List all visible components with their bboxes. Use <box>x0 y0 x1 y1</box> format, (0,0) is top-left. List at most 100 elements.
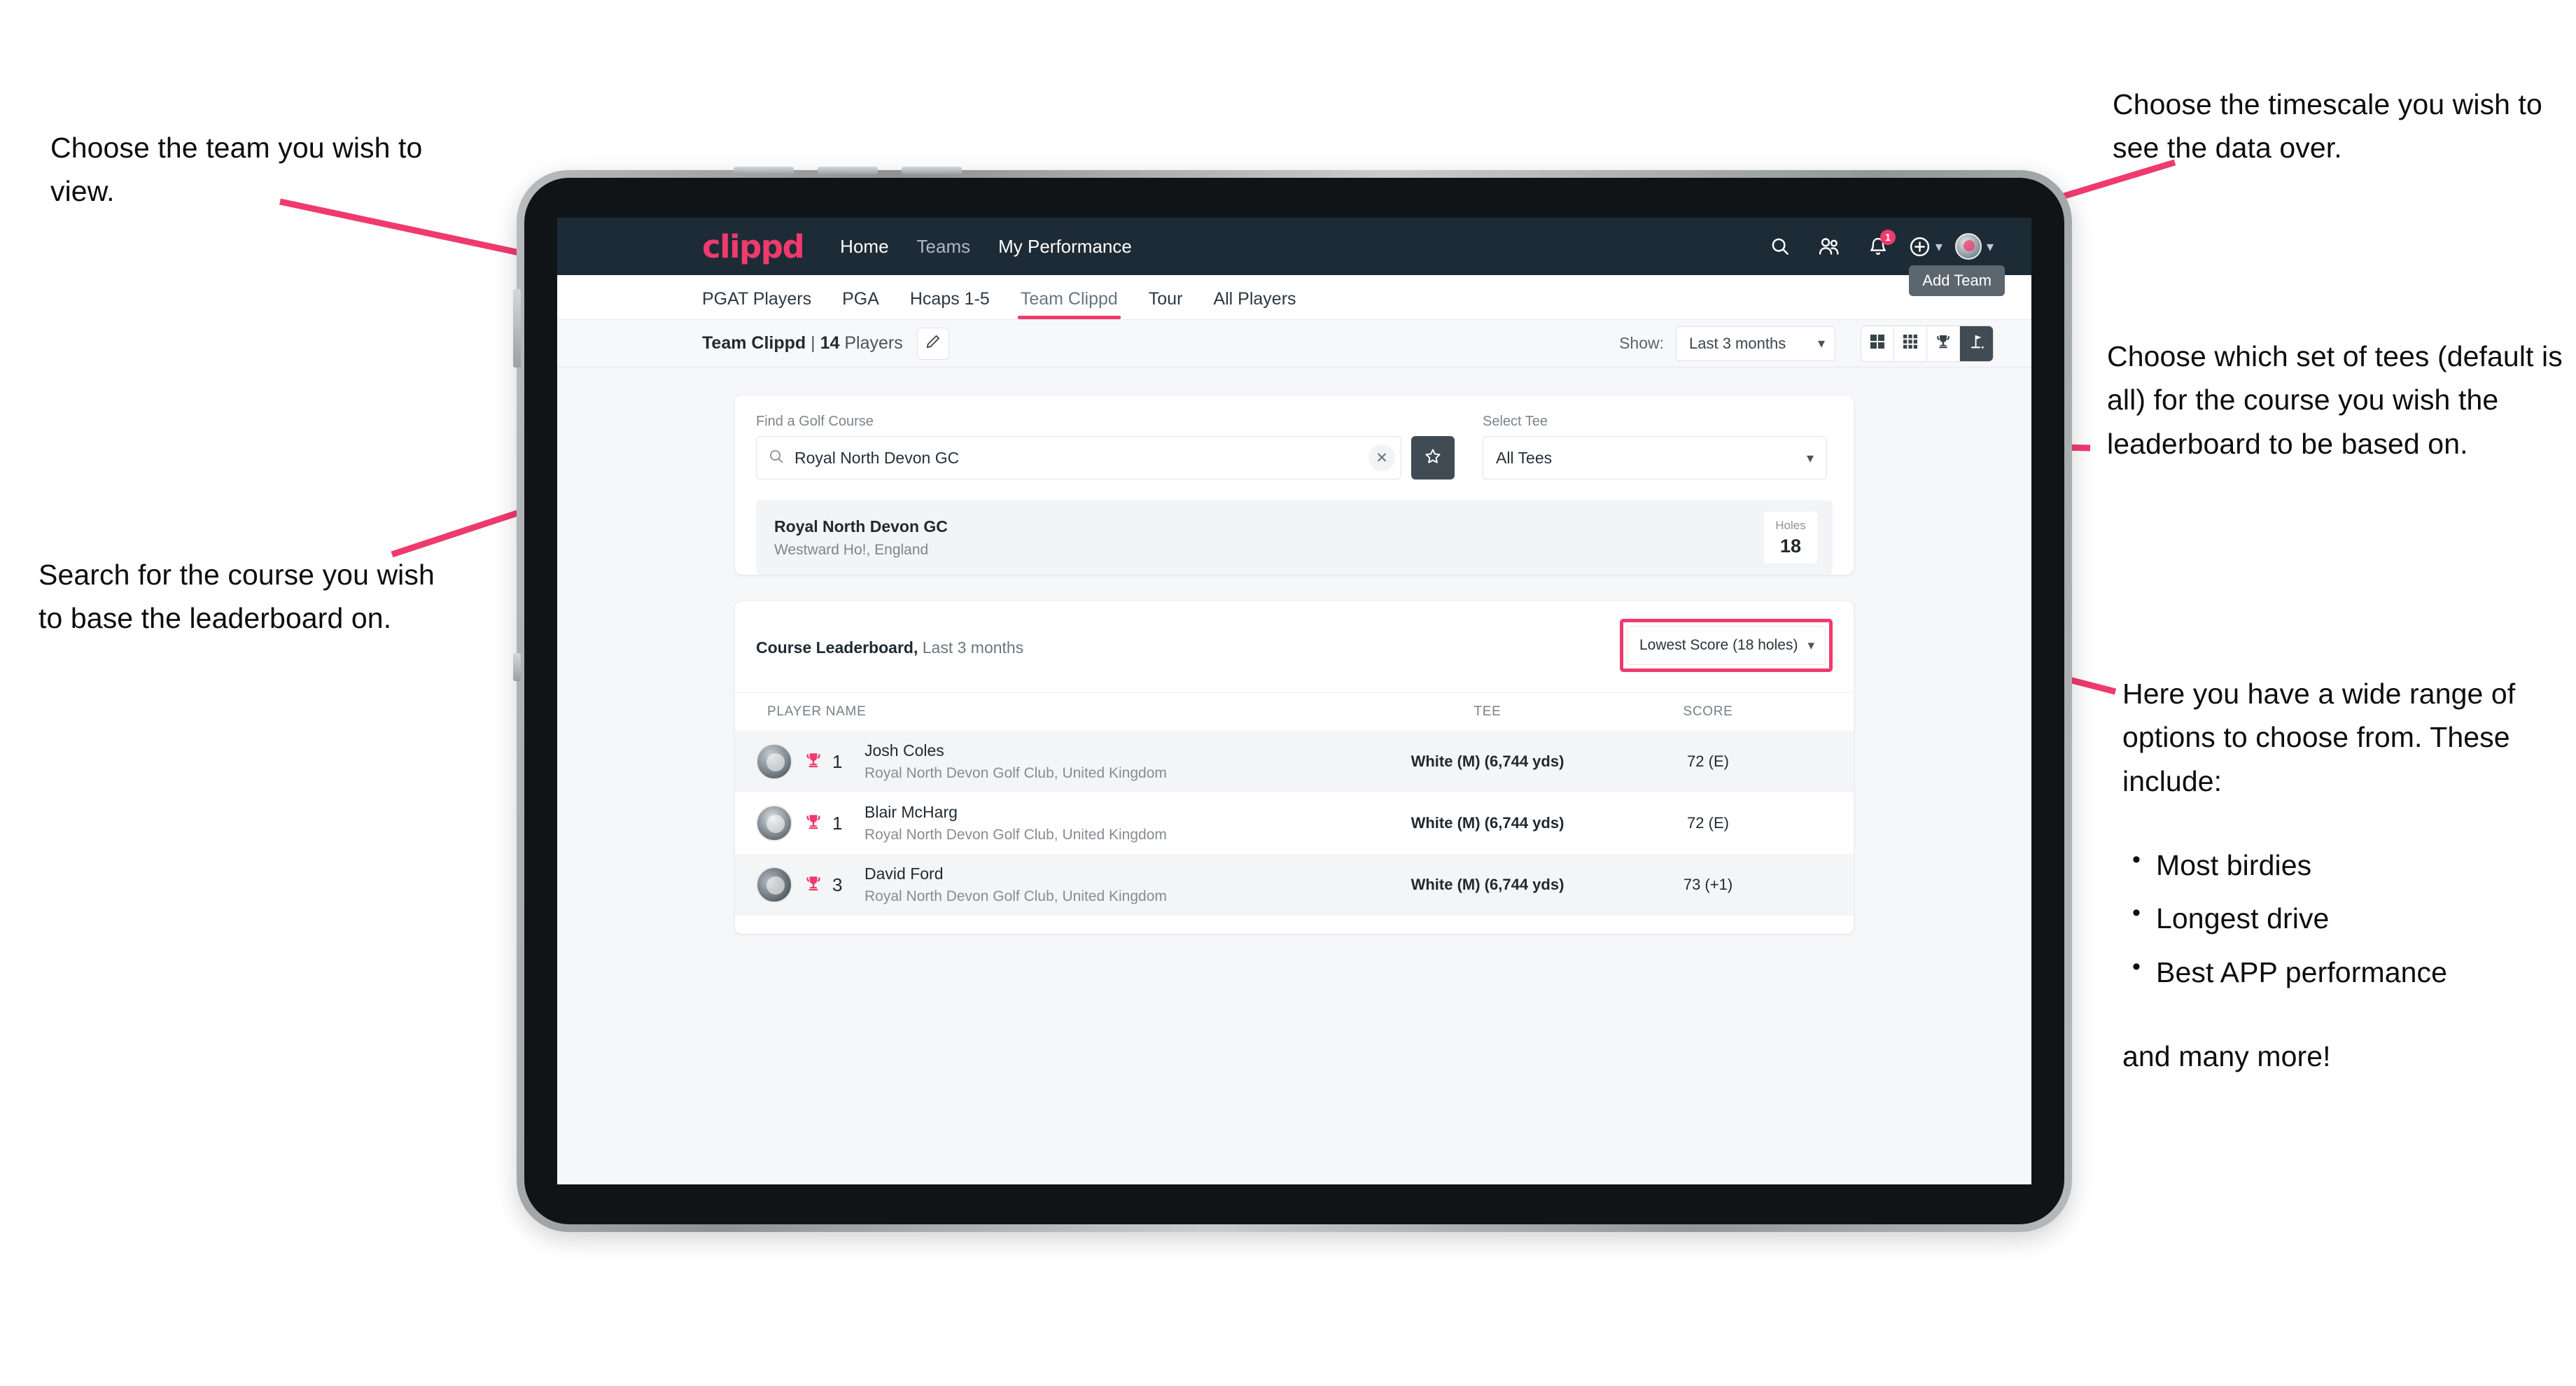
plus-circle-icon[interactable]: ▾ <box>1909 228 1942 265</box>
tab-team-clippd[interactable]: Team Clippd <box>1017 289 1121 319</box>
player-rank: 3 <box>832 874 843 895</box>
hardware-button <box>734 167 794 174</box>
leaderboard-title: Course Leaderboard, Last 3 months <box>756 638 1023 657</box>
course-result-row[interactable]: Royal North Devon GC Westward Ho!, Engla… <box>756 500 1833 575</box>
holes-label: Holes <box>1775 518 1806 532</box>
table-row[interactable]: 1 Josh Coles Royal North Devon Golf Club… <box>735 731 1854 792</box>
player-tee: White (M) (6,744 yds) <box>1410 752 1564 770</box>
tee-select[interactable]: All Tees ▾ <box>1483 436 1827 479</box>
star-icon <box>1424 447 1442 469</box>
screenshot-root: Choose the team you wish to view. Search… <box>0 0 2576 1386</box>
nav-home[interactable]: Home <box>840 236 888 258</box>
favourite-button[interactable] <box>1411 436 1455 479</box>
add-team-tooltip: Add Team <box>1909 265 2005 296</box>
timescale-select[interactable]: Last 3 months ▾ <box>1676 326 1835 361</box>
annotation-options-tail: and many more! <box>2122 1040 2331 1072</box>
view-toggle-grid-2x2[interactable] <box>1861 326 1894 361</box>
tab-all-players[interactable]: All Players <box>1213 289 1296 319</box>
column-header-tee: TEE <box>1474 704 1502 719</box>
player-rank: 1 <box>832 812 843 834</box>
tab-tour[interactable]: Tour <box>1149 289 1183 319</box>
view-toggle-group <box>1861 325 1994 362</box>
course-leaderboard-card: Course Leaderboard, Last 3 months Lowest… <box>735 601 1854 934</box>
nav-my-performance[interactable]: My Performance <box>998 236 1132 258</box>
team-toolbar: Team Clippd | 14 Players Show: Last 3 mo… <box>557 320 2031 368</box>
timescale-value: Last 3 months <box>1689 334 1786 352</box>
course-search-row: Find a Golf Course Royal North Devon GC … <box>735 396 1854 500</box>
table-row[interactable]: 3 David Ford Royal North Devon Golf Club… <box>735 854 1854 916</box>
player-cell: 3 David Ford Royal North Devon Golf Club… <box>756 864 1372 905</box>
course-result-text: Royal North Devon GC Westward Ho!, Engla… <box>774 517 948 559</box>
view-toggle-grid-3x3[interactable] <box>1894 326 1927 361</box>
holes-value: 18 <box>1779 535 1802 556</box>
trophy-icon <box>804 813 822 834</box>
pencil-icon <box>925 333 941 354</box>
trophy-icon <box>1935 333 1952 354</box>
tab-hcaps-1-5[interactable]: Hcaps 1-5 <box>910 289 990 319</box>
player-score: 72 (E) <box>1687 814 1729 832</box>
close-icon[interactable]: ✕ <box>1368 444 1395 471</box>
player-name: David Ford <box>864 864 944 883</box>
view-toggle-trophy[interactable] <box>1927 326 1960 361</box>
leaderboard-title-sub: Last 3 months <box>922 638 1024 657</box>
edit-team-button[interactable] <box>916 327 949 360</box>
nav-teams[interactable]: Teams <box>917 236 971 258</box>
chevron-down-icon: ▾ <box>1806 450 1814 466</box>
hardware-button <box>818 167 878 174</box>
hardware-button <box>902 167 962 174</box>
leaderboard-column-headers: PLAYER NAME TEE SCORE <box>735 693 1854 731</box>
search-icon <box>768 448 785 468</box>
list-item: Most birdies <box>2132 842 2570 887</box>
annotation-team: Choose the team you wish to view. <box>50 132 423 208</box>
annotation-options-intro: Here you have a wide range of options to… <box>2122 678 2516 797</box>
course-search-card: Find a Golf Course Royal North Devon GC … <box>735 396 1854 575</box>
player-score: 72 (E) <box>1687 752 1729 770</box>
course-search-value: Royal North Devon GC <box>794 448 960 467</box>
app-header: clippd Home Teams My Performance 1 ▾ ▾ <box>557 218 2031 275</box>
chevron-down-icon[interactable]: ▾ <box>1935 238 1942 255</box>
grid-3x3-icon <box>1903 334 1918 353</box>
holes-badge: Holes 18 <box>1764 512 1817 564</box>
course-result-name: Royal North Devon GC <box>774 517 948 536</box>
grid-2x2-icon <box>1870 334 1885 353</box>
tab-pgat-players[interactable]: PGAT Players <box>702 289 811 319</box>
tee-field-label: Select Tee <box>1483 414 1548 429</box>
chevron-down-icon: ▾ <box>1807 638 1814 653</box>
people-icon[interactable] <box>1811 228 1847 265</box>
player-tee: White (M) (6,744 yds) <box>1410 876 1564 893</box>
list-item: Longest drive <box>2132 895 2570 940</box>
tab-strip: PGAT Players PGA Hcaps 1-5 Team Clippd T… <box>557 265 2031 320</box>
separator: | <box>811 333 816 353</box>
leaderboard-metric-highlight: Lowest Score (18 holes) ▾ <box>1620 619 1833 672</box>
view-toggle-course-leaderboard[interactable] <box>1960 326 1993 361</box>
table-row[interactable]: 1 Blair McHarg Royal North Devon Golf Cl… <box>735 792 1854 854</box>
golf-flag-icon <box>1968 333 1985 354</box>
players-word: Players <box>844 333 903 353</box>
tee-value: All Tees <box>1496 448 1553 467</box>
player-count: 14 <box>820 333 840 353</box>
leaderboard-metric-value: Lowest Score (18 holes) <box>1639 637 1798 653</box>
tab-pga[interactable]: PGA <box>842 289 879 319</box>
list-item: Best APP performance <box>2132 949 2570 994</box>
avatar[interactable]: ▾ <box>1954 228 1994 265</box>
bell-icon[interactable]: 1 <box>1860 228 1896 265</box>
app-screen: clippd Home Teams My Performance 1 ▾ ▾ P… <box>557 218 2031 1184</box>
player-tee: White (M) (6,744 yds) <box>1410 814 1564 832</box>
avatar-image <box>1954 233 1982 260</box>
player-score: 73 (+1) <box>1683 876 1733 893</box>
player-club: Royal North Devon Golf Club, United King… <box>864 765 1167 781</box>
chevron-down-icon: ▾ <box>1817 336 1825 351</box>
clippd-logo[interactable]: clippd <box>702 231 805 262</box>
chevron-down-icon[interactable]: ▾ <box>1987 238 1994 255</box>
course-search-input[interactable]: Royal North Devon GC ✕ <box>756 436 1401 479</box>
course-field-label: Find a Golf Course <box>756 414 874 429</box>
search-icon[interactable] <box>1762 228 1798 265</box>
tablet-bezel: clippd Home Teams My Performance 1 ▾ ▾ P… <box>524 178 2064 1224</box>
notification-badge: 1 <box>1879 230 1896 245</box>
leaderboard-title-main: Course Leaderboard, <box>756 638 918 657</box>
leaderboard-metric-select[interactable]: Lowest Score (18 holes) ▾ <box>1627 626 1826 665</box>
tablet-frame: clippd Home Teams My Performance 1 ▾ ▾ P… <box>513 167 2072 1232</box>
avatar <box>756 743 792 780</box>
team-name: Team Clippd <box>702 333 806 353</box>
column-header-player-name: PLAYER NAME <box>767 704 867 719</box>
